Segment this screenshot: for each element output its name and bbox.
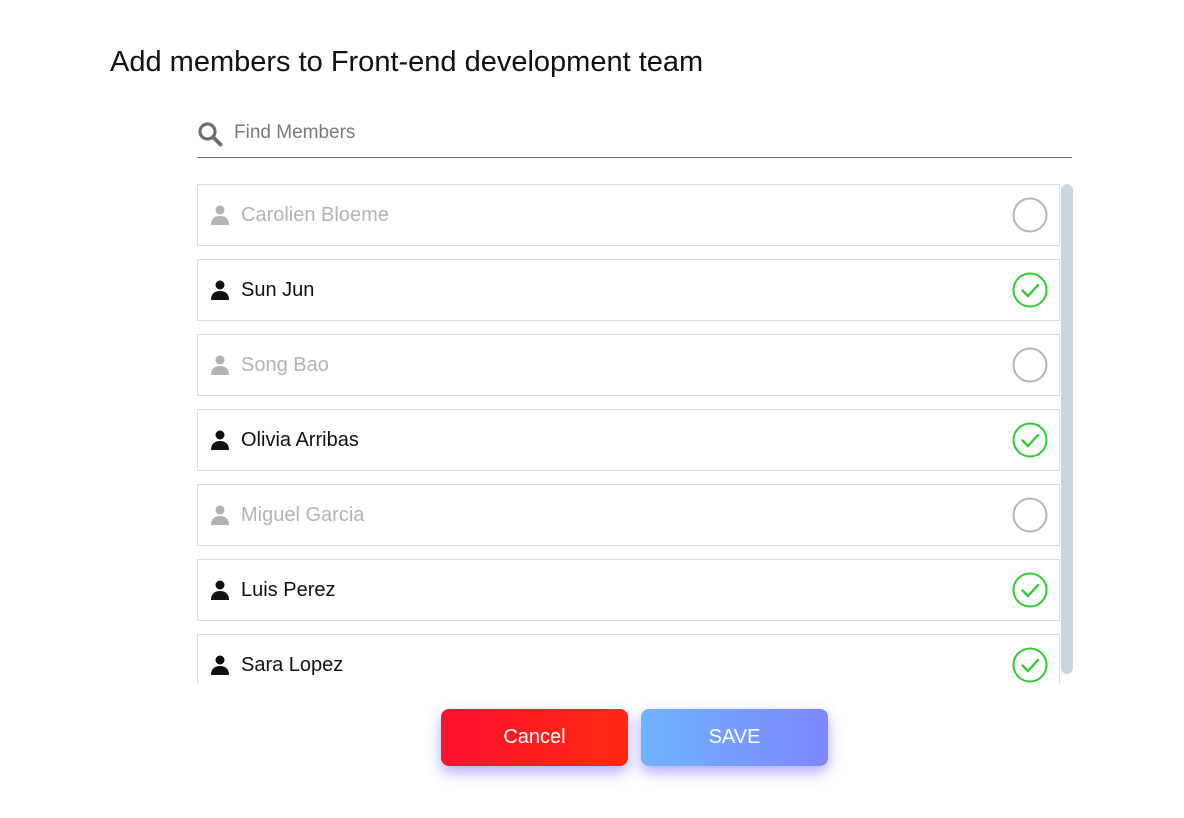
member-list-container: Carolien Bloeme Sun Jun Song Bao Olivia Arr… xyxy=(197,184,1073,684)
member-name: Luis Perez xyxy=(241,579,336,601)
page-title: Add members to Front-end development tea… xyxy=(110,46,704,78)
user-icon xyxy=(211,205,229,225)
check-circle-icon[interactable] xyxy=(1012,572,1048,608)
search-icon xyxy=(198,122,223,147)
list-item[interactable]: Olivia Arribas xyxy=(197,409,1060,471)
cancel-button[interactable]: Cancel xyxy=(441,709,628,766)
member-name: Carolien Bloeme xyxy=(241,204,389,226)
user-icon xyxy=(211,280,229,300)
check-circle-icon[interactable] xyxy=(1012,422,1048,458)
user-icon xyxy=(211,430,229,450)
member-name: Miguel Garcia xyxy=(241,504,365,526)
user-icon xyxy=(211,580,229,600)
member-name: Sun Jun xyxy=(241,279,315,301)
member-name: Olivia Arribas xyxy=(241,429,359,451)
empty-circle-icon[interactable] xyxy=(1012,497,1048,533)
member-list: Carolien Bloeme Sun Jun Song Bao Olivia Arr… xyxy=(197,184,1060,684)
check-circle-icon[interactable] xyxy=(1012,272,1048,308)
user-icon xyxy=(211,655,229,675)
user-icon xyxy=(211,355,229,375)
search-input[interactable] xyxy=(234,118,1054,148)
empty-circle-icon[interactable] xyxy=(1012,197,1048,233)
list-item[interactable]: Song Bao xyxy=(197,334,1060,396)
member-name: Song Bao xyxy=(241,354,329,376)
list-item[interactable]: Carolien Bloeme xyxy=(197,184,1060,246)
empty-circle-icon[interactable] xyxy=(1012,347,1048,383)
check-circle-icon[interactable] xyxy=(1012,647,1048,683)
list-item[interactable]: Luis Perez xyxy=(197,559,1060,621)
member-name: Sara Lopez xyxy=(241,654,344,676)
add-members-dialog: Add members to Front-end development tea… xyxy=(0,0,1184,818)
list-item[interactable]: Miguel Garcia xyxy=(197,484,1060,546)
scrollbar[interactable] xyxy=(1061,184,1073,674)
list-item[interactable]: Sara Lopez xyxy=(197,634,1060,684)
user-icon xyxy=(211,505,229,525)
save-button[interactable]: SAVE xyxy=(641,709,828,766)
search-bar xyxy=(197,112,1072,158)
list-item[interactable]: Sun Jun xyxy=(197,259,1060,321)
